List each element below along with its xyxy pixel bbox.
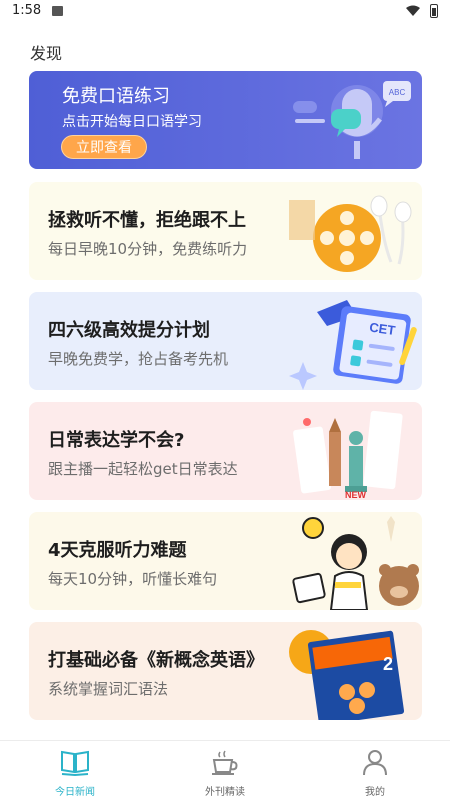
open-book-icon [61, 750, 89, 776]
nav-label: 外刊精读 [205, 787, 245, 798]
wifi-icon [406, 5, 420, 16]
nav-label: 今日新闻 [55, 787, 95, 798]
card-title: 打基础必备《新概念英语》 [48, 650, 264, 671]
speaking-practice-banner[interactable]: 免费口语练习 点击开始每日口语学习 立即查看 ABC [29, 71, 422, 169]
status-bar: 1:58 [0, 0, 450, 24]
textbook-cover-icon: 2 [289, 630, 405, 720]
card-subtitle: 每天10分钟，听懂长难句 [48, 570, 218, 588]
abc-badge-text: ABC [389, 88, 406, 97]
card-title: 四六级高效提分计划 [48, 320, 210, 341]
card-title: 拯救听不懂，拒绝跟不上 [48, 210, 246, 231]
battery-icon [430, 4, 438, 18]
card-title: 日常表达学不会? [48, 430, 185, 451]
listening-rescue-card[interactable]: 拯救听不懂，拒绝跟不上 每日早晚10分钟，免费练听力 [29, 182, 422, 280]
listening-challenge-card[interactable]: 4天克服听力难题 每天10分钟，听懂长难句 [29, 512, 422, 610]
nav-item-today-news[interactable]: 今日新闻 [0, 741, 150, 800]
status-time: 1:58 [12, 3, 42, 18]
cet-plan-card[interactable]: 四六级高效提分计划 早晚免费学，抢占备考先机 CET [29, 292, 422, 390]
film-reel-earphones-icon [289, 195, 412, 272]
banner-subtitle: 点击开始每日口语学习 [62, 114, 202, 130]
cet-checklist-icon: CET [289, 300, 417, 390]
coffee-cup-icon [212, 750, 238, 775]
card-subtitle: 系统掌握词汇语法 [48, 680, 169, 698]
nav-item-mine[interactable]: 我的 [300, 741, 450, 800]
card-title: 4天克服听力难题 [48, 540, 187, 561]
new-concept-english-card[interactable]: 打基础必备《新概念英语》 系统掌握词汇语法 2 [29, 622, 422, 720]
new-label: NEW [345, 490, 367, 500]
card-subtitle: 跟主播一起轻松get日常表达 [48, 460, 238, 478]
page-title: 发现 [30, 44, 63, 63]
image-notification-icon [52, 6, 63, 16]
volume-number: 2 [383, 654, 393, 674]
person-icon [363, 750, 387, 776]
nav-item-foreign-reading[interactable]: 外刊精读 [150, 741, 300, 800]
travel-tickets-icon: NEW [293, 410, 403, 500]
card-subtitle: 每日早晚10分钟，免费练听力 [48, 240, 248, 258]
view-now-button[interactable]: 立即查看 [61, 135, 147, 159]
bottom-nav: 今日新闻 外刊精读 我的 [0, 740, 450, 800]
microphone-illustration-icon: ABC [293, 81, 411, 159]
daily-expressions-card[interactable]: 日常表达学不会? 跟主播一起轻松get日常表达 NEW [29, 402, 422, 500]
girl-and-bear-illustration-icon [292, 516, 419, 610]
nav-label: 我的 [365, 787, 385, 798]
banner-title: 免费口语练习 [62, 86, 170, 107]
card-subtitle: 早晚免费学，抢占备考先机 [48, 350, 229, 368]
